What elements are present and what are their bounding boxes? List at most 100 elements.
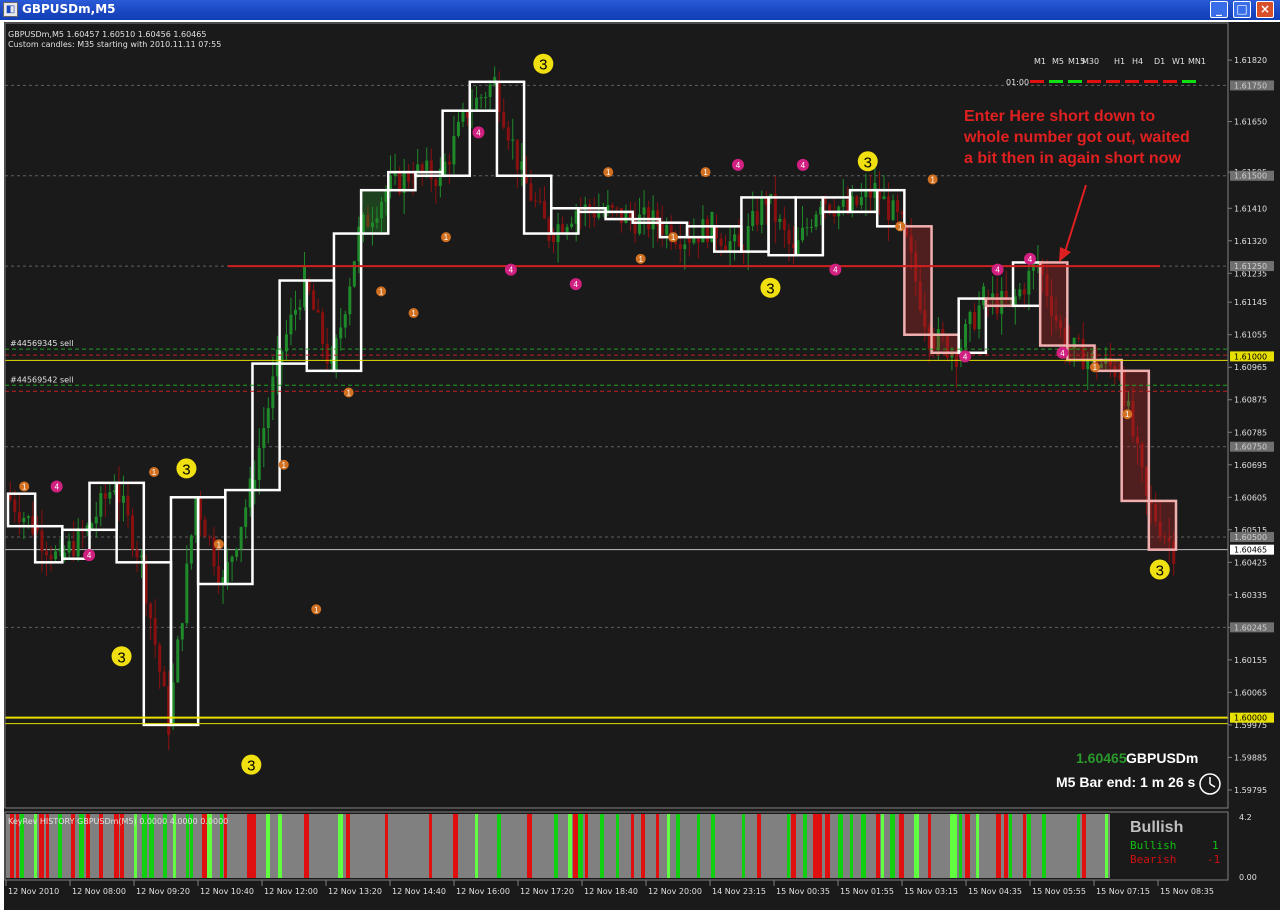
window-title: GBPUSDm,M5 xyxy=(22,2,116,16)
timeframe-label-m5: M5 xyxy=(1052,57,1064,66)
candle-body xyxy=(760,197,764,225)
signal-marker-text: 3 xyxy=(247,758,255,775)
indicator-bar xyxy=(1105,814,1108,878)
y-tick-label: 1.61820 xyxy=(1234,56,1267,65)
indicator-bar xyxy=(1042,814,1046,878)
annotation-line-1: Enter Here short down to xyxy=(964,108,1155,125)
candle-body xyxy=(1018,289,1022,297)
signal-marker-text: 4 xyxy=(54,482,59,491)
candle-body xyxy=(896,200,900,213)
custom-candle-box xyxy=(468,80,499,112)
candle-body xyxy=(312,290,316,310)
y-tick-label: 1.59795 xyxy=(1234,786,1267,795)
custom-candle-box xyxy=(495,80,526,177)
candle-body xyxy=(94,516,98,524)
signal-marker-text: 1 xyxy=(898,222,903,231)
candle-body xyxy=(542,201,546,219)
candle-body xyxy=(461,110,465,122)
chart-area[interactable]: #44569345 sell #44569542 sell 1 4 4 3 1 3 1 3 1 1 1… xyxy=(4,22,1280,910)
y-tick-label: 1.60785 xyxy=(1234,428,1267,437)
custom-candle-box xyxy=(305,279,336,373)
indicator-bar xyxy=(876,814,880,878)
price-badge-label: 1.61250 xyxy=(1234,262,1267,271)
candle-body xyxy=(67,541,71,553)
candle-body xyxy=(552,233,556,243)
candle-body xyxy=(488,84,492,97)
maximize-button[interactable]: □ xyxy=(1233,1,1251,18)
candle-body xyxy=(26,516,30,518)
indicator-bar xyxy=(251,814,256,878)
custom-candle-box xyxy=(522,174,553,235)
candle-body xyxy=(977,305,981,330)
indicator-bar xyxy=(757,814,761,878)
indicator-bar xyxy=(641,814,645,878)
custom-candle-box xyxy=(169,496,200,727)
candle-body xyxy=(321,312,325,344)
signal-marker-text: 4 xyxy=(995,266,1000,275)
custom-candle-box xyxy=(984,297,1015,308)
bearish-label: Bearish xyxy=(1130,853,1176,866)
bar-end-timer: M5 Bar end: 1 m 26 s xyxy=(1056,774,1195,790)
bullish-label: Bullish xyxy=(1130,839,1176,852)
candle-body xyxy=(705,219,709,243)
signal-marker-text: 4 xyxy=(736,161,741,170)
indicator-bar xyxy=(656,814,659,878)
indicator-bar xyxy=(950,814,954,878)
custom-candle-box xyxy=(848,188,879,214)
indicator-bar xyxy=(825,814,830,878)
candle-body xyxy=(72,541,76,557)
custom-candle-box xyxy=(33,524,64,564)
signal-marker-text: 4 xyxy=(1060,349,1065,358)
indicator-bar xyxy=(568,814,572,878)
candle-body xyxy=(293,309,297,315)
x-tick-label: 14 Nov 23:15 xyxy=(712,887,766,896)
candle-body xyxy=(149,603,153,619)
close-button[interactable]: × xyxy=(1256,1,1274,18)
signal-marker-text: 3 xyxy=(1156,563,1164,580)
indicator-bar xyxy=(338,814,343,878)
indicator-bar xyxy=(475,814,478,878)
candle-body xyxy=(1022,289,1026,295)
signal-marker-text: 1 xyxy=(606,168,611,177)
y-tick-label: 1.61650 xyxy=(1234,118,1267,127)
signal-marker-text: 1 xyxy=(411,309,416,318)
indicator-bar xyxy=(304,814,309,878)
title-bar: ◧ GBPUSDm,M5 _ □ × xyxy=(0,0,1280,20)
y-tick-label: 1.59885 xyxy=(1234,753,1267,762)
candle-body xyxy=(13,499,17,512)
timeframe-signal-m30 xyxy=(1087,80,1101,83)
candle-body xyxy=(538,200,542,202)
custom-candle-box xyxy=(88,481,118,532)
candle-body xyxy=(108,492,112,499)
candle-body xyxy=(244,507,248,528)
candle-body xyxy=(724,245,728,251)
candle-body xyxy=(434,179,438,187)
indicator-bar xyxy=(850,814,853,878)
signal-marker-text: 3 xyxy=(117,649,125,666)
custom-candle-box xyxy=(1066,344,1096,362)
signal-marker-text: 1 xyxy=(282,461,287,470)
signal-marker-text: 1 xyxy=(346,389,351,398)
bullish-value: 1 xyxy=(1212,839,1219,852)
timeframe-row-label: 01:00 xyxy=(1006,78,1029,87)
candle-body xyxy=(529,183,533,201)
y-tick-label: 1.60605 xyxy=(1234,493,1267,502)
timeframe-label-d1: D1 xyxy=(1154,57,1165,66)
x-tick-label: 15 Nov 03:15 xyxy=(904,887,958,896)
price-chart-svg[interactable]: #44569345 sell #44569542 sell 1 4 4 3 1 3 1 3 1 1 1… xyxy=(4,22,1280,910)
current-price: 1.60465 xyxy=(1076,750,1127,766)
custom-candle-box xyxy=(767,196,797,257)
custom-candle-box xyxy=(740,196,770,253)
signal-marker-text: 1 xyxy=(930,175,935,184)
candle-body xyxy=(891,200,895,220)
order-label: #44569542 sell xyxy=(10,375,74,384)
candle-body xyxy=(610,204,614,208)
custom-candle-box xyxy=(414,170,444,177)
candle-body xyxy=(17,511,21,523)
indicator-bar xyxy=(676,814,680,878)
candle-body xyxy=(882,196,886,200)
y-tick-label: 1.60695 xyxy=(1234,461,1267,470)
signal-marker-text: 4 xyxy=(801,161,806,170)
minimize-button[interactable]: _ xyxy=(1210,1,1228,18)
indicator-status: Bullish xyxy=(1130,819,1183,836)
